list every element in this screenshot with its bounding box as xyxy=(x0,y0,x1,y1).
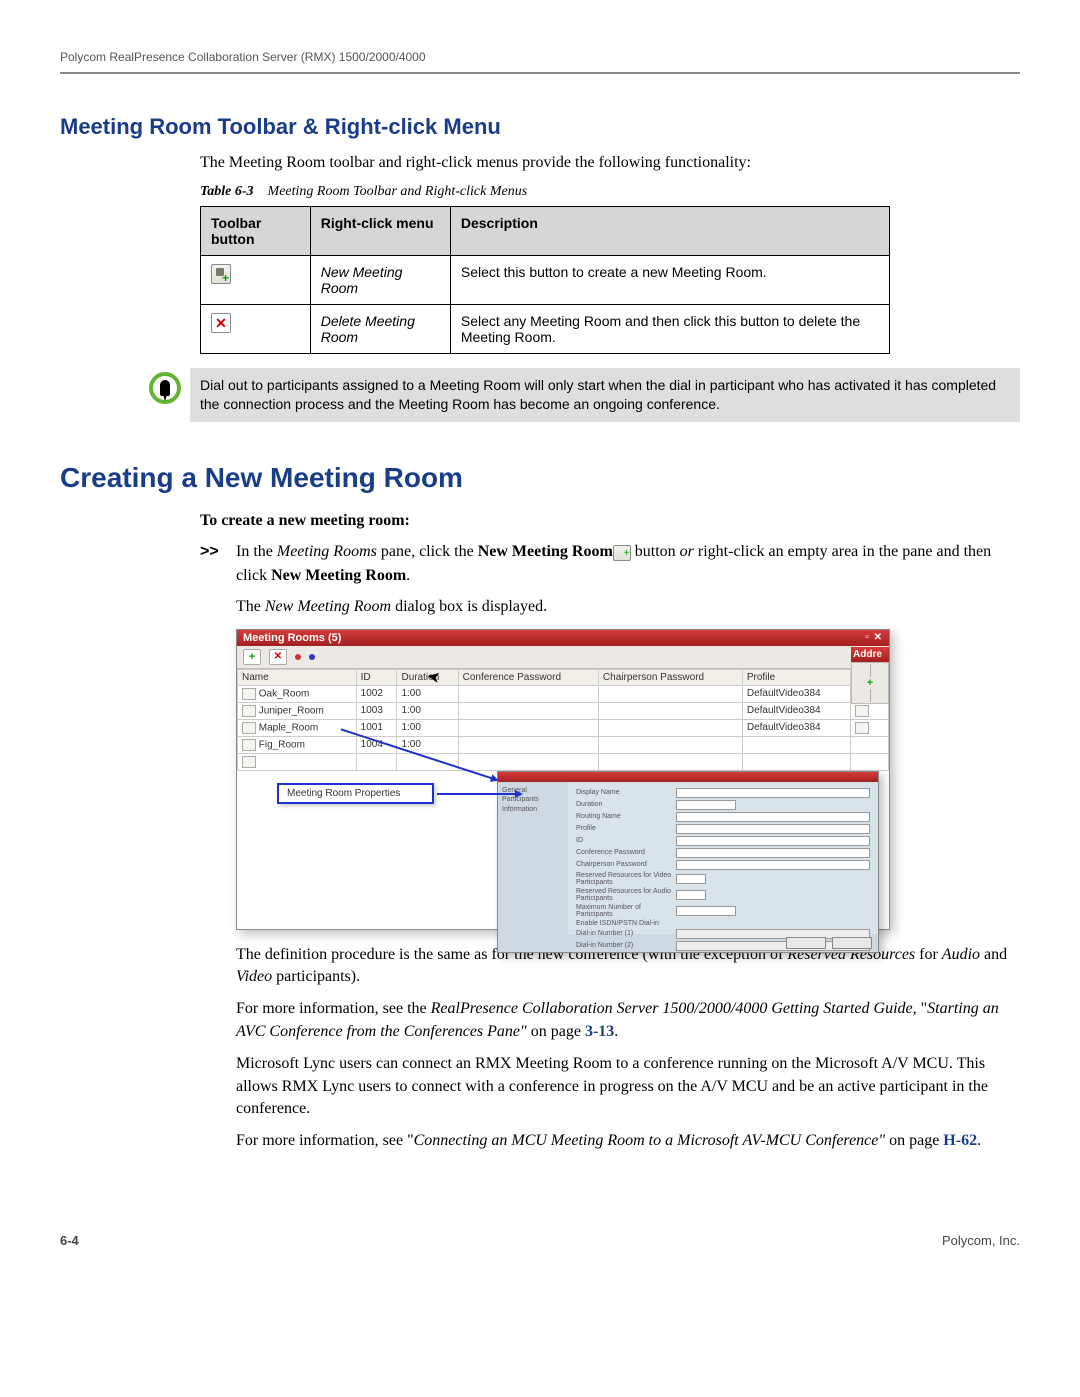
page-footer: 6-4 Polycom, Inc. xyxy=(60,1233,1020,1248)
ss-th-dur[interactable]: Duration xyxy=(397,669,458,685)
ss-field-input[interactable] xyxy=(676,874,706,884)
page-ref-link[interactable]: 3-13 xyxy=(585,1023,614,1040)
type-icon xyxy=(855,722,869,734)
icon-cell-new xyxy=(201,256,311,305)
menu-delete: Delete Meeting Room xyxy=(310,305,450,354)
ss-window-controls: ▫ ✕ xyxy=(865,632,883,643)
footer-company: Polycom, Inc. xyxy=(942,1233,1020,1248)
ss-field-input[interactable] xyxy=(676,800,736,810)
para-lync: Microsoft Lync users can connect an RMX … xyxy=(236,1053,1020,1120)
ss-field-input[interactable] xyxy=(676,788,870,798)
ss-th-profile[interactable]: Profile xyxy=(742,669,850,685)
ss-row[interactable]: Maple_Room10011:00DefaultVideo384 xyxy=(238,719,889,736)
ss-body: ➤ Addre Name ID Duration Conference Pass… xyxy=(237,669,889,929)
screenshot-meeting-rooms: Meeting Rooms (5) ▫ ✕ ➤ Addre Name ID Du… xyxy=(236,629,890,930)
note-pin-icon xyxy=(140,368,190,422)
table-caption: Table 6-3 Meeting Room Toolbar and Right… xyxy=(200,184,1020,200)
ss-row[interactable]: Oak_Room10021:00DefaultVideo384 xyxy=(238,685,889,702)
ss-dialog-nav[interactable]: General Participants Information xyxy=(498,782,568,934)
menu-new: New Meeting Room xyxy=(310,256,450,305)
ss-dot-blue-icon xyxy=(309,654,315,660)
room-icon xyxy=(242,722,256,734)
ss-dialog-form: Display Name Duration Routing Name Profi… xyxy=(568,782,878,934)
arrow-icon xyxy=(437,793,517,795)
page-number: 6-4 xyxy=(60,1233,79,1248)
ss-row-empty[interactable] xyxy=(238,753,889,770)
ss-th-confpw[interactable]: Conference Password xyxy=(458,669,598,685)
ss-new-button[interactable] xyxy=(243,649,261,665)
table-caption-label: Table 6-3 xyxy=(200,184,254,199)
step-followup: The New Meeting Room dialog box is displ… xyxy=(236,596,1020,618)
ss-title: Meeting Rooms (5) xyxy=(243,632,341,644)
section-toolbar-heading: Meeting Room Toolbar & Right-click Menu xyxy=(60,114,1020,140)
ss-row[interactable]: Fig_Room10041:00 xyxy=(238,736,889,753)
ss-field-input[interactable] xyxy=(676,890,706,900)
para-more-info-2: For more information, see "Connecting an… xyxy=(236,1130,1020,1152)
ss-addr-add-icon[interactable] xyxy=(854,664,886,702)
section-toolbar-intro: The Meeting Room toolbar and right-click… xyxy=(200,152,1020,174)
ss-ok-button[interactable] xyxy=(786,937,826,949)
ss-th-name[interactable]: Name xyxy=(238,669,357,685)
ss-addr-tool xyxy=(851,662,889,704)
ss-titlebar: Meeting Rooms (5) ▫ ✕ xyxy=(237,630,889,646)
room-icon xyxy=(242,688,256,700)
room-icon xyxy=(242,739,256,751)
ss-address-panel: Addre xyxy=(851,647,889,704)
icon-cell-delete: ✕ xyxy=(201,305,311,354)
room-icon xyxy=(242,705,256,717)
step-1: >> In the Meeting Rooms pane, click the … xyxy=(200,540,1020,588)
th-toolbar-button: Toolbar button xyxy=(201,207,311,256)
desc-new: Select this button to create a new Meeti… xyxy=(450,256,889,305)
type-icon xyxy=(855,705,869,717)
page-ref-link[interactable]: H-62 xyxy=(943,1132,977,1149)
ss-dialog-title xyxy=(498,772,878,782)
doc-header: Polycom RealPresence Collaboration Serve… xyxy=(60,50,1020,74)
th-description: Description xyxy=(450,207,889,256)
delete-meeting-room-icon: ✕ xyxy=(211,313,231,333)
section-create-heading: Creating a New Meeting Room xyxy=(60,462,1020,494)
new-meeting-room-icon xyxy=(211,264,231,284)
ss-field-input[interactable] xyxy=(676,860,870,870)
ss-field-input[interactable] xyxy=(676,812,870,822)
th-right-click: Right-click menu xyxy=(310,207,450,256)
desc-delete: Select any Meeting Room and then click t… xyxy=(450,305,889,354)
ss-grid: Name ID Duration Conference Password Cha… xyxy=(237,669,889,771)
inlineaicon xyxy=(613,545,631,561)
ss-field-input[interactable] xyxy=(676,836,870,846)
ss-th-chairpw[interactable]: Chairperson Password xyxy=(598,669,742,685)
ss-context-menu[interactable]: Meeting Room Properties xyxy=(277,783,434,804)
note-text: Dial out to participants assigned to a M… xyxy=(190,368,1020,422)
table-caption-text: Meeting Room Toolbar and Right-click Men… xyxy=(268,184,528,199)
ss-dot-red-icon xyxy=(295,654,301,660)
ss-field-input[interactable] xyxy=(676,824,870,834)
toolbar-table: Toolbar button Right-click menu Descript… xyxy=(200,206,890,354)
ss-cancel-button[interactable] xyxy=(832,937,872,949)
ss-dialog: General Participants Information Display… xyxy=(497,771,879,953)
ss-row[interactable]: Juniper_Room10031:00DefaultVideo384 xyxy=(238,702,889,719)
ss-addr-header: Addre xyxy=(851,647,889,662)
step-marker: >> xyxy=(200,540,219,564)
para-more-info-1: For more information, see the RealPresen… xyxy=(236,998,1020,1043)
ss-toolbar xyxy=(237,646,889,669)
ss-field-input[interactable] xyxy=(676,906,736,916)
ss-field-input[interactable] xyxy=(676,848,870,858)
note: Dial out to participants assigned to a M… xyxy=(140,368,1020,422)
ss-th-id[interactable]: ID xyxy=(356,669,397,685)
room-icon xyxy=(242,756,256,768)
ss-delete-button[interactable] xyxy=(269,649,287,665)
procedure-heading: To create a new meeting room: xyxy=(200,512,1020,530)
